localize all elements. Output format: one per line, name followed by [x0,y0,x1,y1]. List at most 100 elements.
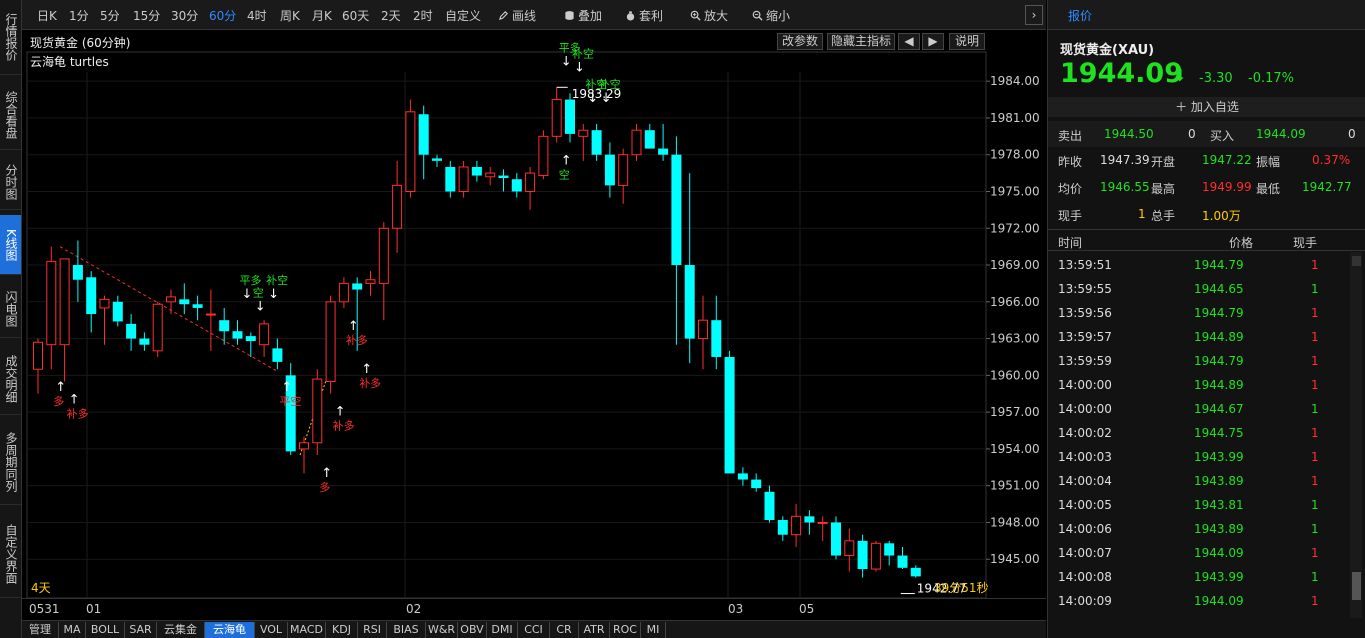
candle-body [205,313,216,316]
candle-body [817,521,828,524]
candle-body [72,265,83,280]
scroll-thumb[interactable] [1352,572,1361,600]
quote-panel: 报价 现货黄金(XAU) 1944.09 ⬇ -3.30 -0.17% ＋ 加入… [1047,0,1365,638]
last-price: 1944.09 [1060,58,1183,89]
candle-body [751,479,762,489]
arrow-down-icon: ↓ [601,91,612,106]
tick-row: 14:00:07 1944.09 1 [1048,540,1348,564]
candle-body [764,491,775,520]
signal-label: 平空 [279,394,301,408]
candle-body [325,301,336,382]
signal-label: 多 [53,394,64,408]
indicator-tab-1[interactable]: MA [59,622,86,638]
arrow-up-icon: ↑ [321,466,332,481]
avg-label: 均价 [1058,182,1083,196]
indicator-tab-8[interactable]: KDJ [326,622,358,638]
indicator-tab-14[interactable]: CCI [518,622,550,638]
y-axis-label: 1954.00 [990,442,1040,456]
tick-volume: 1 [1311,258,1319,272]
tick-row: 14:00:06 1943.89 1 [1048,516,1348,540]
candle-body [844,540,855,557]
period-label: 4天 [31,581,51,595]
tick-time: 14:00:09 [1058,594,1112,608]
indicator-tab-6[interactable]: VOL [255,622,288,638]
tick-volume: 1 [1311,450,1319,464]
indicator-tab-2[interactable]: BOLL [86,622,125,638]
quote-tabbar: 报价 [1048,0,1365,30]
tick-time: 13:59:51 [1058,258,1112,272]
indicator-tab-10[interactable]: BIAS [387,622,426,638]
indicator-tab-16[interactable]: ATR [579,622,610,638]
current-vol-label: 现手 [1058,209,1083,223]
signal-label: 补多 [359,376,381,390]
candle-body [604,154,615,186]
tick-row: 14:00:09 1944.09 1 [1048,588,1348,612]
ticks-header-time: 时间 [1058,236,1083,250]
indicator-tab-12[interactable]: OBV [458,622,487,638]
tick-time: 13:59:55 [1058,282,1112,296]
candle-body [432,158,442,161]
tick-price: 1944.09 [1194,546,1244,560]
tick-volume: 1 [1311,474,1319,488]
x-axis-label: 0531 [29,602,60,616]
indicator-tab-5[interactable]: 云海龟 [205,622,255,638]
indicator-tab-15[interactable]: CR [550,622,579,638]
candle-body [671,154,682,266]
ticks-scrollbar[interactable] [1350,252,1362,618]
tick-row: 13:59:59 1944.79 1 [1048,348,1348,372]
tick-row: 13:59:57 1944.89 1 [1048,324,1348,348]
indicator-tab-3[interactable]: SAR [125,622,157,638]
candle-body [312,378,323,444]
indicator-tab-9[interactable]: RSI [358,622,387,638]
total-vol-label: 总手 [1151,209,1176,223]
candle-body [112,301,123,322]
candle-body [498,175,509,178]
tick-price: 1944.75 [1194,426,1244,440]
candle-body [897,555,908,568]
stats-row-2: 均价 1946.55 最高 1949.99 最低 1942.77 [1048,174,1365,200]
open-value: 1947.22 [1202,153,1252,167]
indicator-tab-11[interactable]: W&R [426,622,458,638]
indicator-tab-18[interactable]: MI [641,622,666,638]
ticks-header: 时间 价格 现手 [1048,229,1365,251]
indicator-tab-17[interactable]: ROC [610,622,641,638]
candle-body [166,296,176,303]
sell-price: 1944.50 [1104,127,1154,141]
arrow-up-icon: ↑ [55,380,66,395]
indicator-tab-4[interactable]: 云集金 [157,622,205,638]
tick-volume: 1 [1311,354,1319,368]
y-axis-label: 1945.00 [990,552,1040,566]
candle-body [804,516,815,523]
avg-value: 1946.55 [1100,180,1150,194]
candle-body [405,111,416,192]
signal-label: 多 [319,480,330,494]
y-axis-label: 1975.00 [990,184,1040,198]
stats-row-1: 昨收 1947.39 开盘 1947.22 振幅 0.37% [1048,147,1365,173]
add-watchlist-button[interactable]: ＋ 加入自选 [1048,97,1365,117]
bar-countdown: 39分51秒 [934,581,989,595]
candle-body [59,258,70,346]
arrow-up-icon: ↑ [335,405,346,420]
arrow-down-icon: ↓ [242,287,253,302]
arrow-up-icon: ↑ [281,380,292,395]
scroll-up-button[interactable] [1352,256,1361,266]
tick-price: 1943.81 [1194,498,1244,512]
candle-body [338,282,349,303]
indicator-tab-7[interactable]: MACD [288,622,326,638]
candle-body [126,323,137,339]
candle-body [777,520,788,535]
candle-body [538,135,549,177]
signal-label: 空 [559,167,570,181]
arrow-down-icon: ↓ [561,54,572,69]
candle-body [392,184,403,229]
indicator-tab-bar: 管理 MA BOLL SAR 云集金 云海龟 VOL MACD KDJ RSI BIAS W&R OBV… [22,620,1046,638]
candle-body [192,304,203,308]
tab-quote[interactable]: 报价 [1068,7,1092,24]
candle-body [578,129,589,137]
ticks-list: 13:59:51 1944.79 1 13:59:55 1944.65 1 13:59:56… [1048,252,1348,618]
indicator-tab-0[interactable]: 管理 [22,622,59,638]
indicator-tab-13[interactable]: DMI [487,622,518,638]
tick-time: 14:00:06 [1058,522,1112,536]
tick-row: 14:00:05 1943.81 1 [1048,492,1348,516]
candlestick-chart[interactable]: 1984.00 1981.00 1978.00 1975.00 1972.00 1969.… [0,0,1046,638]
